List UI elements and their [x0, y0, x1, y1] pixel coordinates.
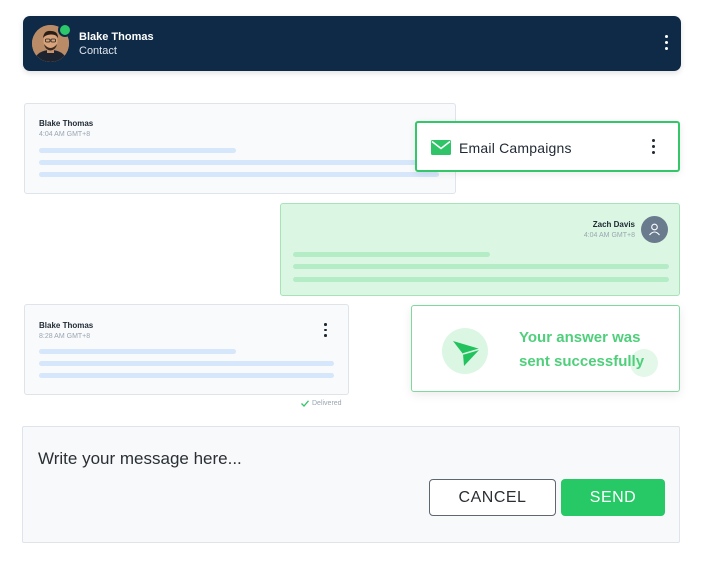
- message-text-placeholder: [39, 148, 236, 153]
- envelope-icon: [431, 140, 451, 155]
- message-composer: CANCEL SEND: [22, 426, 680, 543]
- more-options-icon[interactable]: [665, 35, 669, 51]
- message-sender: Zach Davis: [592, 220, 635, 229]
- message-input[interactable]: [38, 447, 438, 471]
- success-line-1: Your answer was: [519, 329, 641, 346]
- message-text-placeholder: [39, 172, 439, 177]
- message-card-outgoing: Zach Davis 4:04 AM GMT+8: [280, 203, 680, 296]
- contact-role: Contact: [79, 45, 117, 57]
- message-sender: Blake Thomas: [39, 321, 94, 330]
- more-options-icon[interactable]: [652, 139, 656, 155]
- message-card-incoming: Blake Thomas 4:04 AM GMT+8: [24, 103, 456, 194]
- message-time: 4:04 AM GMT+8: [39, 131, 91, 138]
- contact-header: Blake Thomas Contact: [23, 16, 681, 71]
- cancel-button[interactable]: CANCEL: [429, 479, 556, 516]
- message-text-placeholder: [39, 160, 439, 165]
- user-avatar-icon[interactable]: [641, 216, 668, 243]
- paper-plane-icon: [442, 328, 488, 374]
- more-options-icon[interactable]: [324, 323, 328, 337]
- success-message: Your answer was sent successfully: [519, 326, 669, 374]
- message-time: 8:28 AM GMT+8: [39, 333, 91, 340]
- success-notification: Your answer was sent successfully: [411, 305, 680, 392]
- message-text-placeholder: [39, 349, 236, 354]
- message-time: 4:04 AM GMT+8: [583, 232, 635, 239]
- message-text-placeholder: [293, 252, 490, 257]
- success-line-2: sent successfully: [519, 353, 645, 370]
- send-button[interactable]: SEND: [561, 479, 665, 516]
- email-campaigns-card[interactable]: Email Campaigns: [415, 121, 680, 172]
- delivered-status: Delivered: [301, 398, 342, 408]
- message-text-placeholder: [39, 361, 334, 366]
- online-status-indicator: [58, 23, 72, 37]
- delivered-label: Delivered: [312, 399, 342, 407]
- message-card-incoming: Blake Thomas 8:28 AM GMT+8: [24, 304, 349, 395]
- message-text-placeholder: [39, 373, 334, 378]
- contact-name: Blake Thomas: [79, 31, 154, 43]
- checkmark-icon: [301, 399, 309, 407]
- message-sender: Blake Thomas: [39, 119, 94, 128]
- email-campaigns-label: Email Campaigns: [459, 140, 572, 156]
- message-text-placeholder: [293, 264, 669, 269]
- message-text-placeholder: [293, 277, 669, 282]
